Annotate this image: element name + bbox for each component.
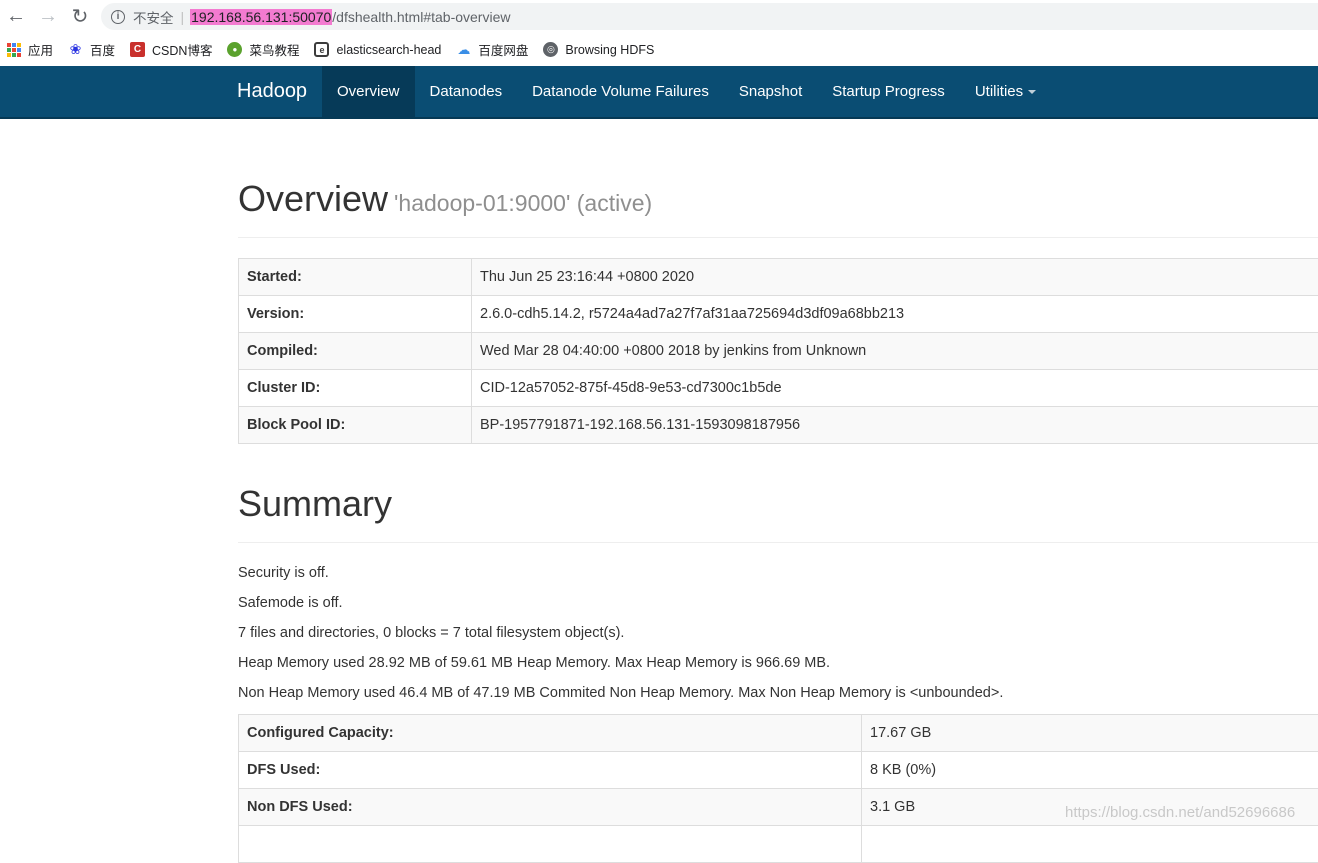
summary-title: Summary bbox=[238, 483, 1318, 525]
summary-lines: Security is off. Safemode is off. 7 file… bbox=[238, 563, 1318, 713]
back-arrow-icon[interactable]: ← bbox=[0, 1, 32, 33]
elasticsearch-icon: e bbox=[314, 42, 329, 57]
csdn-icon: C bbox=[130, 42, 145, 57]
tab-label: Datanodes bbox=[430, 83, 503, 100]
summary-header: Summary bbox=[238, 483, 1318, 543]
separator: | bbox=[181, 9, 185, 25]
browser-address-bar: ← → ↻ i 不安全 | 192.168.56.131:50070/dfshe… bbox=[0, 0, 1318, 33]
bookmark-csdn[interactable]: C CSDN博客 bbox=[130, 40, 212, 59]
row-key: Compiled: bbox=[239, 333, 472, 370]
overview-title: Overview bbox=[238, 178, 388, 219]
row-value: Thu Jun 25 23:16:44 +0800 2020 bbox=[472, 259, 1318, 296]
table-row: Version:2.6.0-cdh5.14.2, r5724a4ad7a27f7… bbox=[239, 296, 1318, 333]
bookmark-label: CSDN博客 bbox=[152, 40, 212, 59]
summary-line: Heap Memory used 28.92 MB of 59.61 MB He… bbox=[238, 653, 1318, 683]
row-key: Configured Capacity: bbox=[239, 715, 862, 752]
bookmark-runoob[interactable]: ● 菜鸟教程 bbox=[227, 40, 299, 59]
tab-label: Overview bbox=[337, 83, 400, 100]
tab-overview[interactable]: Overview bbox=[322, 66, 415, 117]
overview-table: Started:Thu Jun 25 23:16:44 +0800 2020 V… bbox=[238, 258, 1318, 444]
bookmark-label: 百度网盘 bbox=[478, 40, 528, 59]
row-value: Wed Mar 28 04:40:00 +0800 2018 by jenkin… bbox=[472, 333, 1318, 370]
hadoop-navbar: Hadoop Overview Datanodes Datanode Volum… bbox=[0, 66, 1318, 119]
tab-snapshot[interactable]: Snapshot bbox=[724, 66, 817, 117]
row-key: Block Pool ID: bbox=[239, 407, 472, 444]
summary-line: Non Heap Memory used 46.4 MB of 47.19 MB… bbox=[238, 683, 1318, 713]
tab-label: Datanode Volume Failures bbox=[532, 83, 709, 100]
reload-icon[interactable]: ↻ bbox=[64, 1, 96, 33]
row-value bbox=[862, 826, 1318, 863]
tab-datanode-volume-failures[interactable]: Datanode Volume Failures bbox=[517, 66, 724, 117]
bookmark-label: elasticsearch-head bbox=[336, 43, 441, 57]
tab-label: Startup Progress bbox=[832, 83, 945, 100]
caret-down-icon bbox=[1028, 90, 1036, 94]
summary-line: Safemode is off. bbox=[238, 593, 1318, 623]
url-path: /dfshealth.html#tab-overview bbox=[332, 9, 510, 25]
row-key: DFS Used: bbox=[239, 752, 862, 789]
table-row: DFS Used:8 KB (0%) bbox=[239, 752, 1318, 789]
row-key: Non DFS Used: bbox=[239, 789, 862, 826]
bookmark-baidu-pan[interactable]: ☁ 百度网盘 bbox=[456, 40, 528, 59]
row-key: Cluster ID: bbox=[239, 370, 472, 407]
row-value: 17.67 GB bbox=[862, 715, 1318, 752]
tab-label: Snapshot bbox=[739, 83, 802, 100]
bookmark-baidu[interactable]: ❀ 百度 bbox=[68, 40, 115, 59]
runoob-icon: ● bbox=[227, 42, 242, 57]
bookmark-label: 应用 bbox=[28, 40, 53, 59]
table-row: Block Pool ID:BP-1957791871-192.168.56.1… bbox=[239, 407, 1318, 444]
table-row: Compiled:Wed Mar 28 04:40:00 +0800 2018 … bbox=[239, 333, 1318, 370]
globe-icon: ◎ bbox=[543, 42, 558, 57]
row-value: 2.6.0-cdh5.14.2, r5724a4ad7a27f7af31aa72… bbox=[472, 296, 1318, 333]
summary-line: 7 files and directories, 0 blocks = 7 to… bbox=[238, 623, 1318, 653]
navbar-brand[interactable]: Hadoop bbox=[237, 66, 307, 117]
row-value: BP-1957791871-192.168.56.131-15930981879… bbox=[472, 407, 1318, 444]
main-content: Overview'hadoop-01:9000' (active) Starte… bbox=[238, 119, 1318, 863]
table-row bbox=[239, 826, 1318, 863]
apps-icon bbox=[7, 43, 21, 57]
bookmark-apps[interactable]: 应用 bbox=[7, 40, 53, 59]
baidu-icon: ❀ bbox=[68, 42, 83, 57]
row-key bbox=[239, 826, 862, 863]
tab-utilities[interactable]: Utilities bbox=[960, 66, 1051, 117]
tab-label: Utilities bbox=[975, 83, 1023, 100]
row-key: Version: bbox=[239, 296, 472, 333]
row-value: 8 KB (0%) bbox=[862, 752, 1318, 789]
tab-startup-progress[interactable]: Startup Progress bbox=[817, 66, 960, 117]
row-value: CID-12a57052-875f-45d8-9e53-cd7300c1b5de bbox=[472, 370, 1318, 407]
summary-line: Security is off. bbox=[238, 563, 1318, 593]
navbar-menu: Overview Datanodes Datanode Volume Failu… bbox=[322, 66, 1051, 117]
table-row: Started:Thu Jun 25 23:16:44 +0800 2020 bbox=[239, 259, 1318, 296]
overview-subtitle: 'hadoop-01:9000' (active) bbox=[394, 190, 652, 216]
overview-header: Overview'hadoop-01:9000' (active) bbox=[238, 178, 1318, 238]
capacity-table: Configured Capacity:17.67 GB DFS Used:8 … bbox=[238, 714, 1318, 863]
info-icon[interactable]: i bbox=[111, 10, 125, 24]
page-title: Overview'hadoop-01:9000' (active) bbox=[238, 178, 1318, 224]
watermark: https://blog.csdn.net/and52696686 bbox=[1065, 804, 1295, 821]
url-host: 192.168.56.131:50070 bbox=[190, 9, 332, 25]
bookmark-label: 百度 bbox=[90, 40, 115, 59]
baidu-pan-icon: ☁ bbox=[456, 42, 471, 57]
bookmark-elasticsearch-head[interactable]: e elasticsearch-head bbox=[314, 42, 441, 57]
bookmark-label: Browsing HDFS bbox=[565, 43, 654, 57]
bookmark-label: 菜鸟教程 bbox=[249, 40, 299, 59]
security-label[interactable]: 不安全 bbox=[133, 7, 174, 27]
table-row: Cluster ID:CID-12a57052-875f-45d8-9e53-c… bbox=[239, 370, 1318, 407]
forward-arrow-icon[interactable]: → bbox=[32, 1, 64, 33]
bookmark-browsing-hdfs[interactable]: ◎ Browsing HDFS bbox=[543, 42, 654, 57]
tab-datanodes[interactable]: Datanodes bbox=[415, 66, 518, 117]
url-input[interactable]: i 不安全 | 192.168.56.131:50070/dfshealth.h… bbox=[101, 3, 1318, 30]
table-row: Configured Capacity:17.67 GB bbox=[239, 715, 1318, 752]
bookmarks-bar: 应用 ❀ 百度 C CSDN博客 ● 菜鸟教程 e elasticsearch-… bbox=[0, 33, 1318, 66]
row-key: Started: bbox=[239, 259, 472, 296]
